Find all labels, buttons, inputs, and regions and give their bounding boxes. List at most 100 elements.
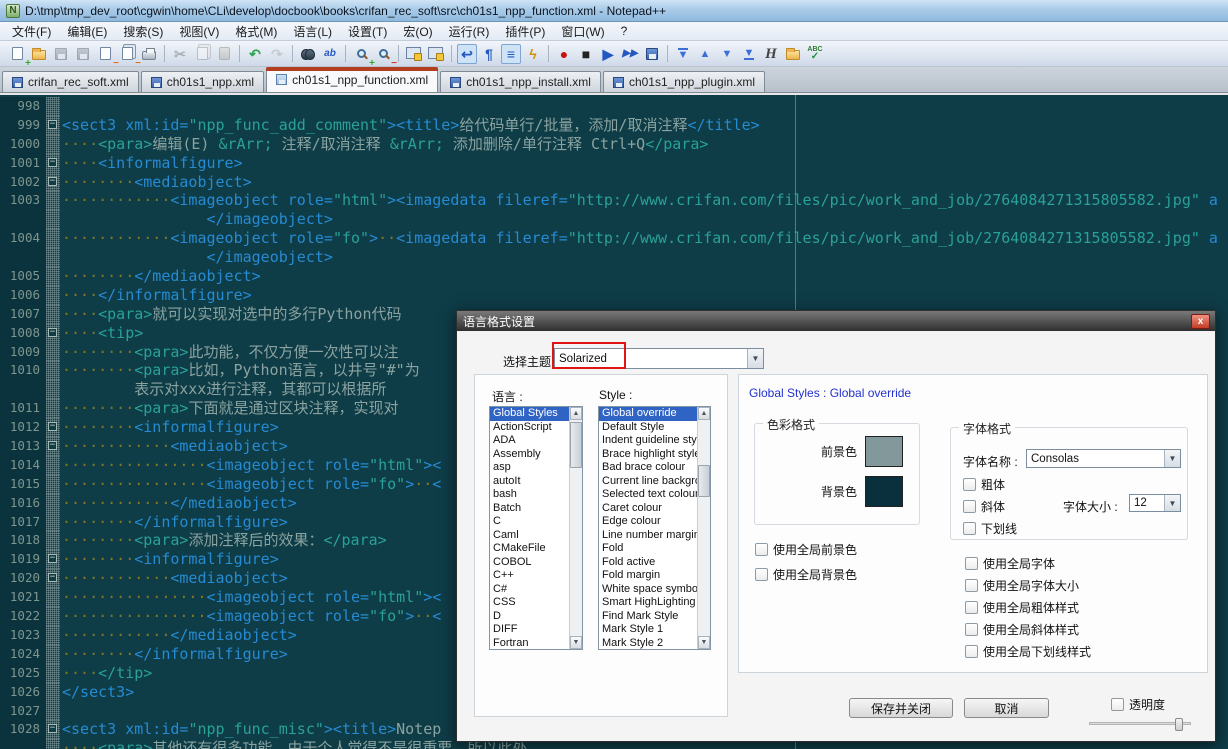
global-font-checkbox-4[interactable] (965, 645, 978, 658)
fold-margin[interactable] (46, 191, 60, 211)
fold-margin[interactable] (46, 210, 60, 230)
style-item-Edge colour[interactable]: Edge colour (599, 515, 697, 529)
style-item-Fold active[interactable]: Fold active (599, 556, 697, 570)
macro-save-icon[interactable] (642, 44, 662, 64)
menu-item-5[interactable]: 语言(L) (285, 21, 340, 42)
redo-icon[interactable]: ↷ (267, 44, 287, 64)
fold-margin[interactable] (46, 512, 60, 532)
nav-next-icon[interactable]: ▼ (717, 44, 737, 64)
close-file-icon[interactable]: − (95, 44, 119, 68)
copy-icon[interactable] (192, 44, 212, 64)
language-item-Batch[interactable]: Batch (490, 502, 569, 516)
background-colour-swatch[interactable] (865, 476, 904, 507)
header-style-icon[interactable]: H (761, 44, 781, 64)
nav-first-icon[interactable]: ▼ (673, 44, 693, 64)
fold-margin[interactable]: − (46, 172, 60, 192)
font-style-checkbox-2[interactable] (963, 522, 976, 535)
fold-marker[interactable]: − (48, 119, 57, 129)
paste-icon[interactable] (214, 44, 234, 64)
transparency-slider[interactable] (1089, 718, 1191, 731)
spell-check-icon[interactable]: ABC ✓ (805, 44, 825, 64)
chevron-down-icon[interactable]: ▼ (1164, 495, 1180, 511)
fold-margin[interactable] (46, 97, 60, 116)
scrollbar-thumb[interactable] (698, 465, 710, 497)
close-all-icon[interactable]: − (117, 44, 141, 68)
style-item-Brace highlight style[interactable]: Brace highlight style (599, 448, 697, 462)
transparency-checkbox[interactable] (1111, 698, 1124, 711)
fold-margin[interactable] (46, 361, 60, 381)
tab-ch01s1_npp_install.xml[interactable]: ch01s1_npp_install.xml (440, 71, 601, 92)
language-item-Fortran[interactable]: Fortran (490, 637, 569, 650)
fold-marker[interactable]: − (48, 724, 57, 734)
fold-margin[interactable]: − (46, 437, 60, 456)
style-item-Global override[interactable]: Global override (599, 407, 697, 421)
language-item-autoIt[interactable]: autoIt (490, 475, 569, 489)
save-all-icon[interactable] (73, 44, 93, 64)
fold-margin[interactable]: − (46, 323, 60, 343)
doc-switcher-icon[interactable] (783, 44, 803, 64)
fold-margin[interactable] (46, 493, 60, 513)
tab-ch01s1_npp.xml[interactable]: ch01s1_npp.xml (140, 71, 265, 92)
slider-thumb[interactable] (1175, 718, 1183, 731)
fold-margin[interactable] (46, 267, 60, 286)
menu-item-10[interactable]: 窗口(W) (553, 21, 612, 42)
style-item-Mark Style 2[interactable]: Mark Style 2 (599, 637, 697, 650)
language-item-ActionScript[interactable]: ActionScript (490, 421, 569, 435)
language-item-D[interactable]: D (490, 610, 569, 624)
chevron-down-icon[interactable]: ▼ (747, 349, 763, 368)
menu-item-3[interactable]: 视图(V) (171, 21, 227, 42)
global-colour-checkbox-0[interactable] (755, 543, 768, 556)
font-name-combobox[interactable]: Consolas ▼ (1026, 449, 1181, 468)
menu-item-6[interactable]: 设置(T) (340, 21, 395, 42)
fold-margin[interactable]: − (46, 418, 60, 438)
fold-margin[interactable] (46, 248, 60, 268)
menu-item-1[interactable]: 编辑(E) (59, 21, 115, 42)
fold-margin[interactable] (46, 285, 60, 305)
function-list-icon[interactable]: ϟ (523, 44, 543, 64)
replace-icon[interactable]: ab (320, 44, 340, 64)
tab-crifan_rec_soft.xml[interactable]: crifan_rec_soft.xml (2, 71, 139, 92)
close-icon[interactable]: x (1191, 314, 1210, 329)
fold-margin[interactable]: − (46, 569, 60, 589)
fold-margin[interactable]: − (46, 153, 60, 173)
style-item-White space symbol[interactable]: White space symbol (599, 583, 697, 597)
language-listbox[interactable]: Global Styles ActionScript ADA Assembly asp a… (489, 406, 583, 650)
fold-margin[interactable] (46, 588, 60, 608)
fold-margin[interactable] (46, 682, 60, 702)
language-item-C#[interactable]: C# (490, 583, 569, 597)
font-style-checkbox-0[interactable] (963, 478, 976, 491)
fold-margin[interactable] (46, 134, 60, 154)
style-item-Fold[interactable]: Fold (599, 542, 697, 556)
menu-item-11[interactable]: ? (613, 22, 636, 40)
indent-guide-icon[interactable]: ≡ (501, 43, 521, 64)
print-icon[interactable] (139, 44, 159, 64)
fold-marker[interactable]: − (48, 441, 57, 451)
find-icon[interactable] (298, 44, 318, 64)
macro-record-icon[interactable]: ● (554, 44, 574, 64)
nav-last-icon[interactable]: ▼ (739, 44, 759, 64)
language-item-asp[interactable]: asp (490, 461, 569, 475)
language-item-C++[interactable]: C++ (490, 569, 569, 583)
scroll-up-icon[interactable]: ▲ (698, 407, 710, 420)
fold-margin[interactable] (46, 531, 60, 551)
sync-horizontal-scroll-icon[interactable] (426, 44, 446, 64)
word-wrap-icon[interactable]: ↩ (457, 43, 477, 64)
language-item-Global Styles[interactable]: Global Styles (490, 407, 569, 421)
cancel-button[interactable]: 取消 (964, 698, 1049, 718)
tab-ch01s1_npp_plugin.xml[interactable]: ch01s1_npp_plugin.xml (602, 71, 766, 92)
fold-margin[interactable] (46, 739, 60, 749)
menu-item-8[interactable]: 运行(R) (441, 21, 498, 42)
macro-stop-icon[interactable]: ■ (576, 44, 596, 64)
language-item-CSS[interactable]: CSS (490, 596, 569, 610)
fold-margin[interactable] (46, 342, 60, 362)
menu-item-7[interactable]: 宏(O) (395, 21, 440, 42)
macro-run-multiple-icon[interactable]: ▶▶ (620, 44, 640, 64)
zoom-out-icon[interactable]: − (373, 44, 397, 68)
global-font-checkbox-2[interactable] (965, 601, 978, 614)
fold-margin[interactable]: − (46, 115, 60, 135)
fold-marker[interactable]: − (48, 554, 57, 564)
fold-margin[interactable] (46, 455, 60, 475)
language-item-C[interactable]: C (490, 515, 569, 529)
language-item-ADA[interactable]: ADA (490, 434, 569, 448)
scroll-down-icon[interactable]: ▼ (570, 636, 582, 649)
